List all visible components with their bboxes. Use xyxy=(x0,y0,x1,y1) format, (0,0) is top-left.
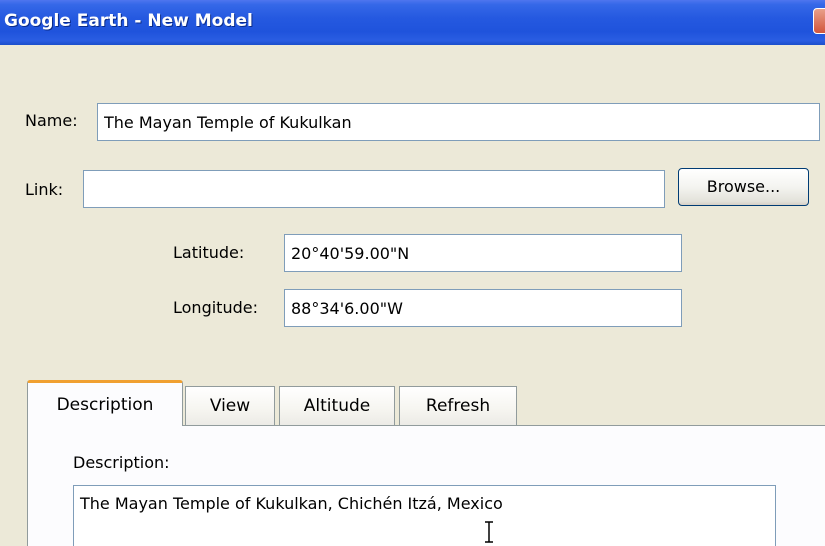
link-field[interactable] xyxy=(83,170,665,208)
latitude-field[interactable] xyxy=(284,234,682,272)
link-label: Link: xyxy=(25,180,64,199)
longitude-field[interactable] xyxy=(284,289,682,327)
tab-view[interactable]: View xyxy=(185,386,275,425)
tab-description[interactable]: Description xyxy=(27,380,183,426)
description-label: Description: xyxy=(73,453,170,472)
text-cursor-icon xyxy=(485,521,493,543)
close-icon[interactable] xyxy=(813,8,825,34)
browse-button[interactable]: Browse... xyxy=(678,168,809,206)
name-label: Name: xyxy=(25,111,78,130)
latitude-label: Latitude: xyxy=(173,243,245,262)
description-textarea[interactable]: The Mayan Temple of Kukulkan, Chichén It… xyxy=(73,485,776,546)
tab-refresh[interactable]: Refresh xyxy=(399,386,517,425)
title-bar[interactable]: Google Earth - New Model xyxy=(0,0,825,45)
tab-altitude[interactable]: Altitude xyxy=(279,386,395,425)
new-model-dialog: Google Earth - New Model Name: Link: Bro… xyxy=(0,0,825,546)
longitude-label: Longitude: xyxy=(173,298,258,317)
window-title: Google Earth - New Model xyxy=(4,11,253,31)
name-field[interactable] xyxy=(97,103,820,141)
